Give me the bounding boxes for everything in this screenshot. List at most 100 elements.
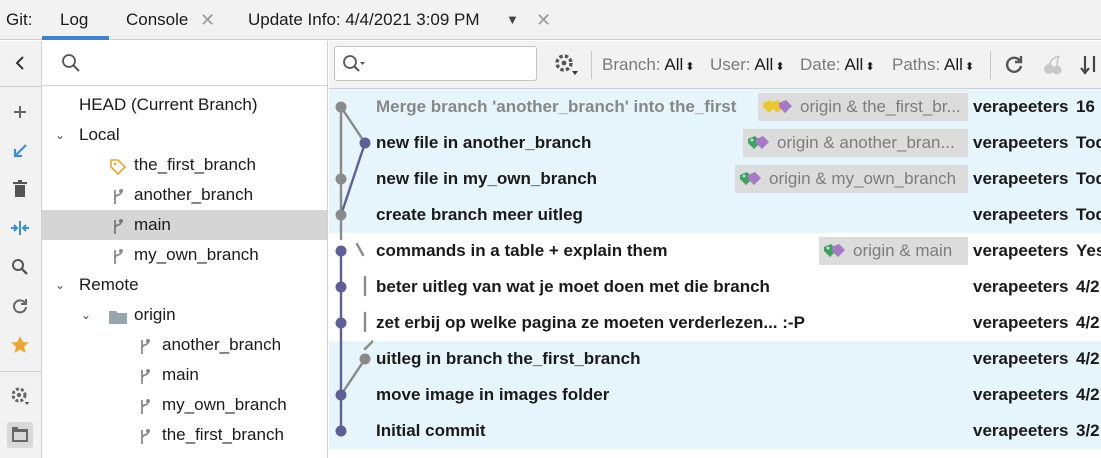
close-icon[interactable]: ✕ bbox=[536, 0, 551, 40]
tree-item-main[interactable]: main bbox=[42, 210, 327, 240]
commit-message: beter uitleg van wat je moet doen met di… bbox=[376, 277, 770, 296]
commit-row[interactable]: zet erbij op welke pagina ze moeten verd… bbox=[329, 305, 1101, 341]
tree-item-label: HEAD (Current Branch) bbox=[79, 95, 258, 114]
commit-row[interactable]: Merge branch 'another_branch' into the_f… bbox=[329, 89, 1101, 125]
commit-author: verapeeters bbox=[973, 133, 1069, 152]
folder-icon bbox=[108, 306, 127, 324]
tree-item-label: my_own_branch bbox=[162, 395, 287, 414]
commit-message: new file in another_branch bbox=[376, 133, 592, 152]
graph-node bbox=[335, 281, 347, 293]
branch-filter[interactable]: Branch: All ⬍ bbox=[602, 41, 695, 89]
chevron-down-icon[interactable]: ▼ bbox=[506, 0, 519, 40]
tree-item-the-first-branch[interactable]: the_first_branch bbox=[42, 150, 327, 180]
sort-icon[interactable] bbox=[1079, 54, 1101, 81]
merge-icon[interactable] bbox=[7, 215, 33, 241]
tab-update-info[interactable]: Update Info: 4/4/2021 3:09 PM bbox=[248, 0, 480, 40]
up-down-arrows-icon: ⬍ bbox=[775, 61, 785, 73]
commit-author: verapeeters bbox=[973, 241, 1069, 260]
search-icon bbox=[61, 53, 81, 78]
search-icon[interactable] bbox=[7, 254, 33, 280]
tree-group-local[interactable]: ⌄ Local bbox=[42, 120, 327, 150]
divider bbox=[0, 371, 41, 372]
commit-row[interactable]: uitleg in branch the_first_branch verape… bbox=[329, 341, 1101, 377]
paths-filter[interactable]: Paths: All ⬍ bbox=[892, 41, 974, 89]
settings-icon[interactable] bbox=[554, 53, 580, 82]
graph-node bbox=[335, 389, 347, 401]
tree-item-head[interactable]: HEAD (Current Branch) bbox=[42, 90, 327, 120]
commit-message: create branch meer uitleg bbox=[376, 205, 583, 224]
commit-graph bbox=[335, 101, 373, 437]
settings-icon[interactable] bbox=[7, 383, 33, 409]
tag-icon bbox=[740, 171, 761, 185]
commit-author: verapeeters bbox=[973, 313, 1069, 332]
branch-icon bbox=[109, 216, 127, 234]
commit-row[interactable]: move image in images folder verapeeters … bbox=[329, 377, 1101, 413]
fetch-icon[interactable] bbox=[7, 138, 33, 164]
branch-tree-panel: HEAD (Current Branch) ⌄ Local the_first_… bbox=[42, 41, 328, 458]
refresh-icon[interactable] bbox=[7, 293, 33, 319]
tree-item-label: main bbox=[162, 365, 199, 384]
graph-node bbox=[359, 137, 371, 149]
branch-icon bbox=[136, 336, 154, 354]
tree-item-remote-another-branch[interactable]: another_branch bbox=[42, 330, 327, 360]
commit-refs-badge: origin & my_own_branch bbox=[735, 165, 968, 193]
favorite-star-icon[interactable] bbox=[7, 332, 33, 358]
commit-row[interactable]: create branch meer uitleg verapeeters To… bbox=[329, 197, 1101, 233]
tree-item-label: another_branch bbox=[134, 185, 254, 204]
commit-row[interactable]: new file in another_branch origin & anot… bbox=[329, 125, 1101, 161]
commit-author: verapeeters bbox=[973, 277, 1069, 296]
commit-row[interactable]: commands in a table + explain them origi… bbox=[329, 233, 1101, 269]
chevron-down-icon[interactable]: ⌄ bbox=[53, 120, 67, 150]
branch-icon bbox=[136, 396, 154, 414]
commit-row[interactable]: Initial commit verapeeters 3/2 bbox=[329, 413, 1101, 449]
tree-item-label: origin bbox=[134, 305, 176, 324]
close-icon[interactable]: ✕ bbox=[200, 0, 215, 40]
graph-edge bbox=[339, 357, 367, 397]
tag-icon bbox=[109, 156, 127, 176]
commit-author: verapeeters bbox=[973, 97, 1069, 116]
commit-author: verapeeters bbox=[973, 169, 1069, 188]
git-label: Git: bbox=[6, 10, 33, 29]
commit-row[interactable]: beter uitleg van wat je moet doen met di… bbox=[329, 269, 1101, 305]
graph-node bbox=[335, 173, 347, 185]
panel-toggle-icon[interactable] bbox=[7, 422, 33, 448]
tree-item-another-branch[interactable]: another_branch bbox=[42, 180, 327, 210]
cherry-pick-icon[interactable] bbox=[1042, 54, 1064, 81]
tree-item-my-own-branch[interactable]: my_own_branch bbox=[42, 240, 327, 270]
tree-item-label: Remote bbox=[79, 275, 139, 294]
chevron-down-icon[interactable]: ⌄ bbox=[53, 270, 67, 300]
commit-message: new file in my_own_branch bbox=[376, 169, 598, 188]
tree-item-remote-the-first-branch[interactable]: the_first_branch bbox=[42, 420, 327, 450]
commit-message: Merge branch 'another_branch' into the_f… bbox=[376, 97, 737, 116]
graph-node bbox=[359, 353, 371, 365]
graph-node bbox=[335, 425, 347, 437]
log-toolbar: Branch: All ⬍ User: All ⬍ Date: All ⬍ Paths… bbox=[329, 41, 1101, 89]
date-filter[interactable]: Date: All ⬍ bbox=[800, 41, 875, 89]
tab-log[interactable]: Log bbox=[60, 0, 88, 40]
delete-icon[interactable] bbox=[7, 176, 33, 202]
user-filter[interactable]: User: All ⬍ bbox=[710, 41, 785, 89]
commit-message: move image in images folder bbox=[376, 385, 610, 404]
commit-row[interactable]: new file in my_own_branch origin & my_ow… bbox=[329, 161, 1101, 197]
commit-message: uitleg in branch the_first_branch bbox=[376, 349, 641, 368]
active-tab-indicator bbox=[42, 36, 109, 40]
back-arrow-icon[interactable] bbox=[7, 50, 33, 76]
tree-group-origin[interactable]: ⌄ origin bbox=[42, 300, 327, 330]
commit-author: verapeeters bbox=[973, 205, 1069, 224]
log-search-input[interactable] bbox=[334, 46, 537, 81]
chevron-down-icon[interactable]: ⌄ bbox=[79, 300, 93, 330]
commit-date: Tod bbox=[1076, 133, 1101, 152]
tree-item-remote-my-own-branch[interactable]: my_own_branch bbox=[42, 390, 327, 420]
commit-date: 4/2 bbox=[1076, 277, 1100, 296]
refresh-icon[interactable] bbox=[1003, 54, 1025, 81]
tab-console[interactable]: Console bbox=[126, 0, 188, 40]
tree-search-bar[interactable] bbox=[42, 41, 327, 86]
tree-group-remote[interactable]: ⌄ Remote bbox=[42, 270, 327, 300]
commit-date: 4/2 bbox=[1076, 313, 1100, 332]
divider bbox=[0, 86, 41, 87]
tree-item-remote-main[interactable]: main bbox=[42, 360, 327, 390]
add-icon[interactable] bbox=[7, 99, 33, 125]
commit-refs-badge: origin & main bbox=[819, 237, 968, 265]
commit-author: verapeeters bbox=[973, 385, 1069, 404]
branch-icon bbox=[136, 366, 154, 384]
